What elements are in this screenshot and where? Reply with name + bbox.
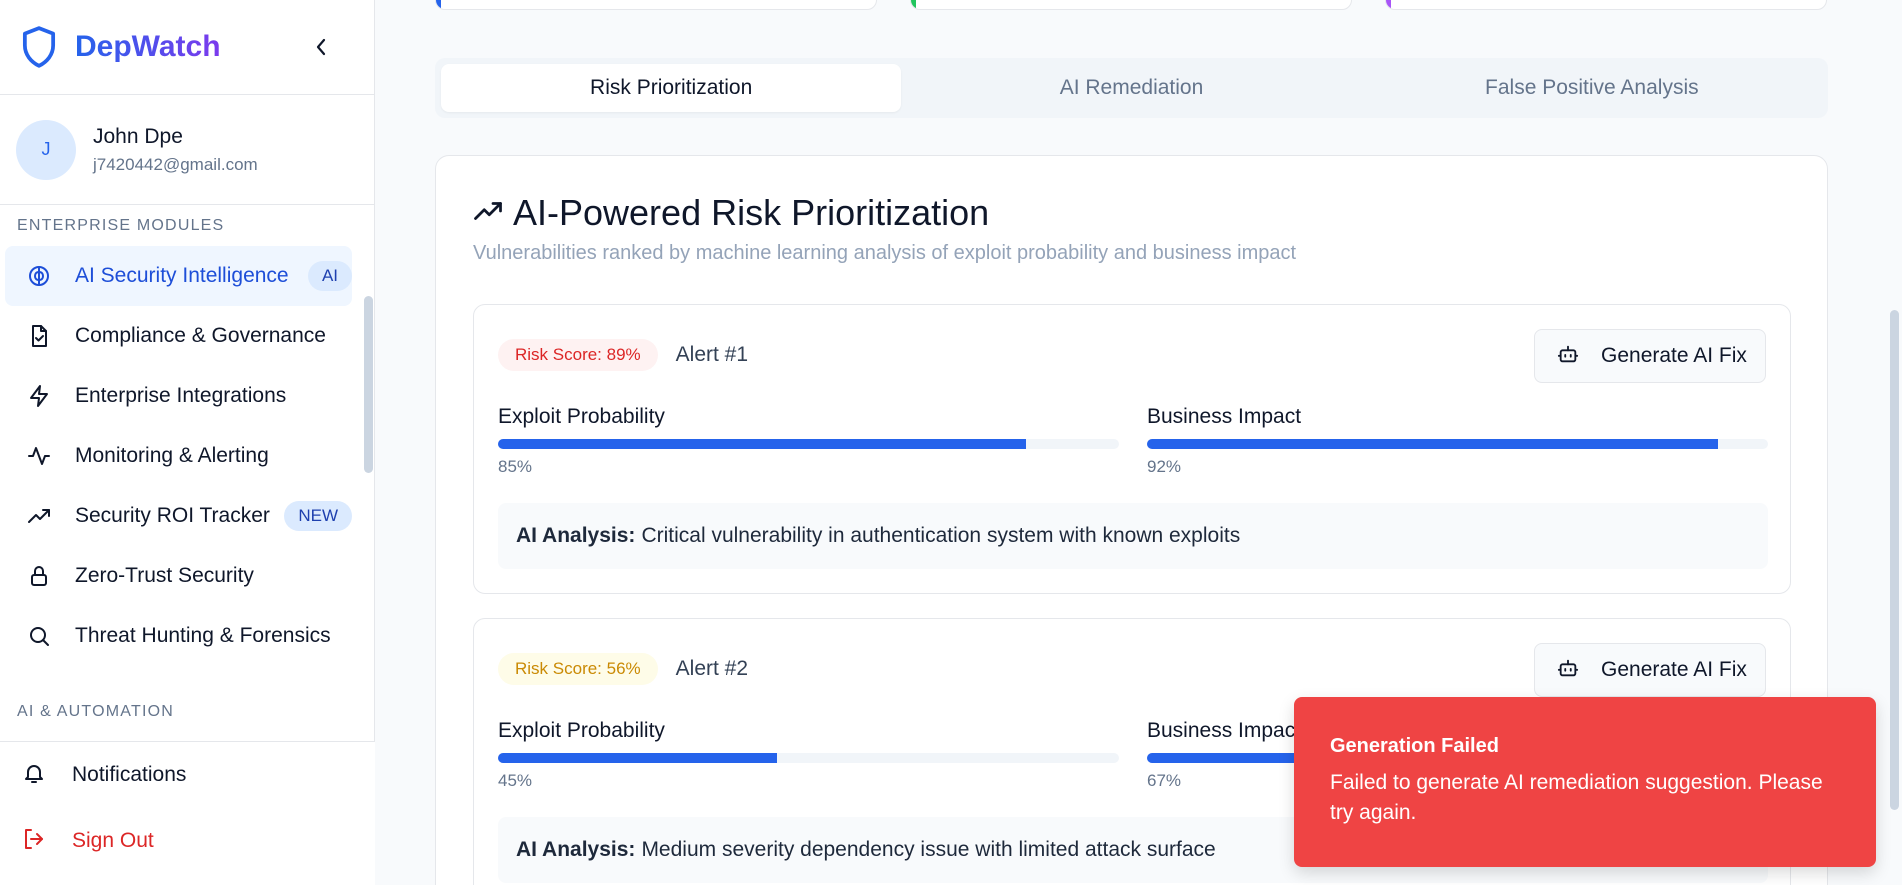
- sidebar-item-zero-trust-security[interactable]: Zero-Trust Security: [5, 546, 352, 606]
- chevron-left-icon: [316, 38, 326, 56]
- sidebar-item-label: Zero-Trust Security: [75, 564, 254, 587]
- exploit-probability-value: 85%: [498, 457, 533, 476]
- trending-up-icon: [25, 502, 53, 530]
- sign-out-icon: [22, 827, 46, 856]
- exploit-probability-label: Exploit Probability: [498, 405, 665, 428]
- panel-title-text: AI-Powered Risk Prioritization: [513, 192, 990, 233]
- panel-title: AI-Powered Risk Prioritization: [473, 192, 989, 234]
- business-impact-value: 92%: [1147, 457, 1182, 476]
- sidebar-item-enterprise-integrations[interactable]: Enterprise Integrations: [5, 366, 352, 426]
- sign-out-label: Sign Out: [72, 829, 154, 852]
- stat-card: [910, 0, 1352, 10]
- sidebar-scrollbar[interactable]: [364, 296, 373, 473]
- ai-badge: AI: [307, 261, 352, 291]
- sidebar-item-monitoring-alerting[interactable]: Monitoring & Alerting: [5, 426, 352, 486]
- sidebar-item-label: Monitoring & Alerting: [75, 444, 269, 467]
- sidebar-item-label: Compliance & Governance: [75, 324, 326, 347]
- activity-icon: [25, 442, 53, 470]
- sidebar-footer: Notifications Sign Out: [0, 741, 375, 885]
- trending-up-icon: [473, 196, 503, 231]
- risk-score-badge: Risk Score: 56%: [498, 653, 658, 685]
- tab-false-positive-analysis[interactable]: False Positive Analysis: [1362, 64, 1822, 112]
- sidebar-item-label: AI Security Intelligence: [75, 264, 289, 287]
- exploit-probability-metric: Exploit Probability 45%: [498, 719, 1119, 790]
- sidebar-item-security-roi-tracker[interactable]: Security ROI Tracker NEW: [5, 486, 352, 546]
- tab-bar: Risk Prioritization AI Remediation False…: [435, 58, 1828, 118]
- exploit-probability-label: Exploit Probability: [498, 719, 665, 742]
- user-profile[interactable]: J John Dpe j7420442@gmail.com: [0, 95, 374, 205]
- ai-analysis-text: Medium severity dependency issue with li…: [641, 838, 1216, 861]
- exploit-probability-bar: [498, 439, 1119, 449]
- sidebar-item-label: Security ROI Tracker: [75, 504, 270, 527]
- business-impact-metric: Business Impact 92%: [1147, 405, 1768, 476]
- search-icon: [25, 622, 53, 650]
- brain-icon: [25, 262, 53, 290]
- exploit-probability-fill: [498, 439, 1026, 449]
- bell-icon: [22, 761, 46, 790]
- business-impact-value: 67%: [1147, 771, 1182, 790]
- business-impact-fill: [1147, 439, 1719, 449]
- section-label-enterprise: ENTERPRISE MODULES: [17, 217, 225, 234]
- section-label-ai-automation: AI & AUTOMATION: [17, 703, 174, 720]
- ai-analysis-label: AI Analysis:: [516, 524, 636, 547]
- stat-card: [435, 0, 877, 10]
- generate-ai-fix-button[interactable]: Generate AI Fix: [1534, 329, 1766, 383]
- notifications-label: Notifications: [72, 763, 187, 786]
- tab-ai-remediation[interactable]: AI Remediation: [901, 64, 1361, 112]
- shield-logo-icon: [20, 24, 60, 70]
- avatar: J: [16, 119, 76, 180]
- generate-ai-fix-label: Generate AI Fix: [1601, 344, 1747, 367]
- exploit-probability-fill: [498, 753, 778, 763]
- panel-subtitle: Vulnerabilities ranked by machine learni…: [473, 242, 1297, 264]
- bot-icon: [1557, 657, 1579, 684]
- lightning-icon: [25, 382, 53, 410]
- stat-card: [1385, 0, 1827, 10]
- generate-ai-fix-label: Generate AI Fix: [1601, 658, 1747, 681]
- sidebar-item-compliance-governance[interactable]: Compliance & Governance: [5, 306, 352, 366]
- business-impact-label: Business Impact: [1147, 405, 1302, 428]
- exploit-probability-value: 45%: [498, 771, 533, 790]
- toast-title: Generation Failed: [1330, 735, 1499, 757]
- ai-analysis-label: AI Analysis:: [516, 838, 636, 861]
- business-impact-bar: [1147, 439, 1768, 449]
- ai-analysis: AI Analysis: Critical vulnerability in a…: [498, 503, 1768, 569]
- page-scrollbar[interactable]: [1890, 310, 1899, 810]
- alert-name: Alert #2: [675, 657, 749, 680]
- file-check-icon: [25, 322, 53, 350]
- new-badge: NEW: [284, 501, 352, 531]
- error-toast[interactable]: Generation Failed Failed to generate AI …: [1294, 697, 1876, 867]
- risk-score-badge: Risk Score: 89%: [498, 339, 658, 371]
- tab-risk-prioritization[interactable]: Risk Prioritization: [441, 64, 902, 112]
- exploit-probability-metric: Exploit Probability 85%: [498, 405, 1119, 476]
- lock-icon: [25, 562, 53, 590]
- ai-analysis-text: Critical vulnerability in authentication…: [641, 524, 1241, 547]
- sidebar-item-ai-security-intelligence[interactable]: AI Security Intelligence AI: [5, 246, 352, 306]
- toast-description: Failed to generate AI remediation sugges…: [1330, 771, 1823, 824]
- sidebar-item-threat-hunting-forensics[interactable]: Threat Hunting & Forensics: [5, 606, 352, 666]
- alert-name: Alert #1: [675, 343, 749, 366]
- bot-icon: [1557, 343, 1579, 370]
- exploit-probability-bar: [498, 753, 1119, 763]
- sidebar-nav: ENTERPRISE MODULES AI Security Intellige…: [0, 206, 362, 741]
- sign-out-button[interactable]: Sign Out: [0, 808, 375, 874]
- sidebar: DepWatch J John Dpe j7420442@gmail.com E…: [0, 0, 375, 885]
- sidebar-item-label: Enterprise Integrations: [75, 384, 287, 407]
- notifications-button[interactable]: Notifications: [0, 742, 375, 808]
- stat-cards-row: [435, 0, 1827, 10]
- alert-card: Risk Score: 89% Alert #1 Generate AI Fix…: [473, 304, 1791, 594]
- user-name: John Dpe: [93, 124, 183, 148]
- brand-header: DepWatch: [0, 0, 374, 95]
- generate-ai-fix-button[interactable]: Generate AI Fix: [1534, 643, 1766, 697]
- app-name: DepWatch: [75, 30, 221, 63]
- collapse-sidebar-button[interactable]: [306, 32, 336, 62]
- sidebar-item-label: Threat Hunting & Forensics: [75, 624, 331, 647]
- user-email: j7420442@gmail.com: [93, 154, 258, 174]
